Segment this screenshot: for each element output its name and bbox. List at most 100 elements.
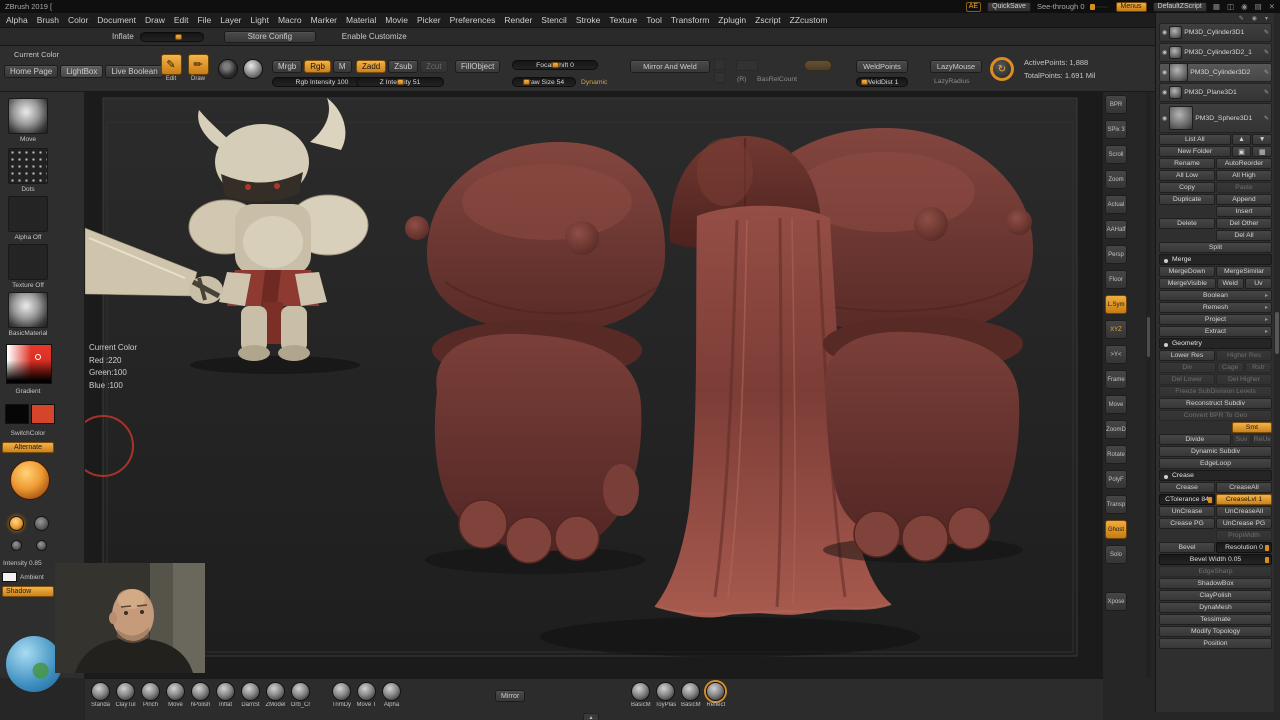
lazy-mouse-button[interactable]: LazyMouse <box>930 60 982 73</box>
disabled-toggle-pill[interactable] <box>804 60 832 71</box>
viewport-icon-button[interactable]: Frame <box>1105 370 1127 389</box>
tool-button[interactable]: AutoReorder <box>1216 158 1272 169</box>
menu-item[interactable]: Document <box>97 15 136 25</box>
tool-button[interactable]: Delete <box>1159 218 1215 229</box>
tool-button[interactable]: PropWidth <box>1216 530 1272 541</box>
tool-button[interactable]: Weld <box>1217 278 1244 289</box>
pen-icon[interactable]: ✎ <box>1239 15 1244 22</box>
tool-button[interactable]: Rstr <box>1245 362 1272 373</box>
live-boolean-button[interactable]: Live Boolean <box>105 65 163 78</box>
tool-button[interactable]: Del Higher <box>1216 374 1272 385</box>
tool-button[interactable]: All Low <box>1159 170 1215 181</box>
tool-button[interactable]: EdgeSharp <box>1159 566 1272 577</box>
tool-button[interactable]: Div <box>1159 362 1216 373</box>
tool-button[interactable]: Split <box>1159 242 1272 253</box>
menu-item[interactable]: Brush <box>37 15 59 25</box>
material-slot[interactable]: BasicM <box>629 682 652 708</box>
menu-item[interactable]: Zplugin <box>718 15 746 25</box>
tool-button[interactable]: MergeDown <box>1159 266 1215 277</box>
color-picker[interactable] <box>6 344 52 384</box>
draw-toggle[interactable]: ✏ Draw <box>186 54 210 82</box>
material-slot[interactable]: BasicM <box>679 682 702 708</box>
titlebar-icon[interactable]: ▤ <box>1255 2 1262 11</box>
radial-count-icon[interactable] <box>736 60 758 71</box>
tool-button[interactable]: Cage <box>1217 362 1244 373</box>
menu-item[interactable]: Alpha <box>6 15 28 25</box>
polypaint-brush-icon[interactable]: ✎ <box>1264 49 1269 56</box>
brush-slot[interactable]: Alpha <box>380 682 403 708</box>
stroke-thumbnail[interactable] <box>8 148 48 184</box>
stroke-icon[interactable] <box>218 59 238 79</box>
texture-thumbnail[interactable] <box>8 244 48 280</box>
menu-item[interactable]: Draw <box>145 15 165 25</box>
z-intensity-slider[interactable]: Z Intensity 51 <box>356 77 444 87</box>
viewport-icon-button[interactable]: BPR <box>1105 95 1127 114</box>
tool-button[interactable]: List All <box>1159 134 1231 145</box>
menu-item[interactable]: Material <box>346 15 376 25</box>
tool-button[interactable]: Crease <box>1159 470 1272 481</box>
tool-button[interactable]: CreaseAll <box>1216 482 1272 493</box>
visibility-eye-icon[interactable]: ◉ <box>1162 49 1167 56</box>
tool-button[interactable]: Higher Res <box>1216 350 1272 361</box>
viewport-icon-button[interactable]: ZoomD <box>1105 420 1127 439</box>
symmetry-grid-icon[interactable] <box>714 72 725 83</box>
tool-button[interactable]: Smt <box>1232 422 1272 433</box>
fill-object-button[interactable]: FillObject <box>455 60 500 73</box>
eye-icon[interactable]: ◉ <box>1252 15 1257 22</box>
tool-button[interactable]: New Folder <box>1159 146 1231 157</box>
menu-item[interactable]: Texture <box>609 15 637 25</box>
brush-slot[interactable]: ClayTul <box>114 682 137 708</box>
menu-arrow-icon[interactable]: ▾ <box>1265 15 1268 22</box>
tool-button[interactable]: Project <box>1159 314 1272 325</box>
tool-button[interactable]: Bevel Width 0.05 <box>1159 554 1272 565</box>
store-config-button[interactable]: Store Config <box>224 31 316 43</box>
secondary-material-sphere[interactable] <box>10 460 50 500</box>
menu-item[interactable]: Preferences <box>450 15 496 25</box>
material-thumbnail[interactable] <box>8 292 48 328</box>
tool-button[interactable]: Append <box>1216 194 1272 205</box>
quicksave-button[interactable]: QuickSave <box>987 2 1031 12</box>
visibility-eye-icon[interactable]: ◉ <box>1162 29 1167 36</box>
enable-customize-label[interactable]: Enable Customize <box>342 32 407 41</box>
tool-button[interactable]: Modify Topology <box>1159 626 1272 637</box>
menu-item[interactable]: Render <box>504 15 532 25</box>
tool-button[interactable]: Boolean <box>1159 290 1272 301</box>
brush-slot[interactable]: Standa <box>89 682 112 708</box>
menus-toggle[interactable]: Menus <box>1116 2 1147 12</box>
shadow-control[interactable]: Shadow <box>2 586 54 597</box>
edit-toggle[interactable]: ✎ Edit <box>159 54 183 82</box>
brush-slot[interactable]: ZModel <box>264 682 287 708</box>
tool-button[interactable]: UnCrease PG <box>1216 518 1272 529</box>
viewport-icon-button[interactable]: Zoom <box>1105 170 1127 189</box>
titlebar-icon[interactable]: ◉ <box>1241 2 1248 11</box>
subtool-row[interactable]: ◉ PM3D_Cylinder3D1 ✎ <box>1159 23 1272 42</box>
tool-button[interactable]: Convert BPR To Geo <box>1159 410 1272 421</box>
menu-item[interactable]: Color <box>68 15 88 25</box>
tool-button[interactable]: Divide <box>1159 434 1231 445</box>
tool-button[interactable]: ▦ <box>1252 146 1272 157</box>
sculpt-canvas[interactable]: Current Color Red :220 Green:100 Blue :1… <box>85 92 1103 678</box>
viewport-icon-button[interactable]: Transp <box>1105 495 1127 514</box>
color-picker-cursor[interactable] <box>35 354 41 360</box>
titlebar-icon[interactable]: ✕ <box>1269 2 1275 11</box>
tool-button[interactable]: Merge <box>1159 254 1272 265</box>
weld-points-button[interactable]: WeldPoints <box>856 60 908 73</box>
menu-item[interactable]: Macro <box>278 15 302 25</box>
ae-icon[interactable]: AE <box>966 2 981 12</box>
menu-item[interactable]: ZZcustom <box>790 15 828 25</box>
subtool-row[interactable]: ◉ PM3D_Plane3D1 ✎ <box>1159 83 1272 102</box>
polypaint-brush-icon[interactable]: ✎ <box>1264 29 1269 36</box>
weld-dist-slider[interactable]: WeldDist 1 <box>856 77 908 87</box>
main-color-swatch[interactable] <box>5 404 29 424</box>
mirror-button[interactable]: Mirror <box>495 690 525 702</box>
mirror-and-weld-button[interactable]: Mirror And Weld <box>630 60 710 73</box>
tool-button[interactable]: Insert <box>1216 206 1272 217</box>
tool-button[interactable]: Lower Res <box>1159 350 1215 361</box>
zadd-button[interactable]: Zadd <box>356 60 386 73</box>
default-zscript-button[interactable]: DefaultZScript <box>1153 2 1207 12</box>
viewport-icon-button[interactable]: SPix 3 <box>1105 120 1127 139</box>
tool-button[interactable]: Geometry <box>1159 338 1272 349</box>
rgb-button[interactable]: Rgb <box>304 60 331 73</box>
viewport-icon-button[interactable]: Move <box>1105 395 1127 414</box>
tool-button[interactable]: UnCreaseAll <box>1216 506 1272 517</box>
